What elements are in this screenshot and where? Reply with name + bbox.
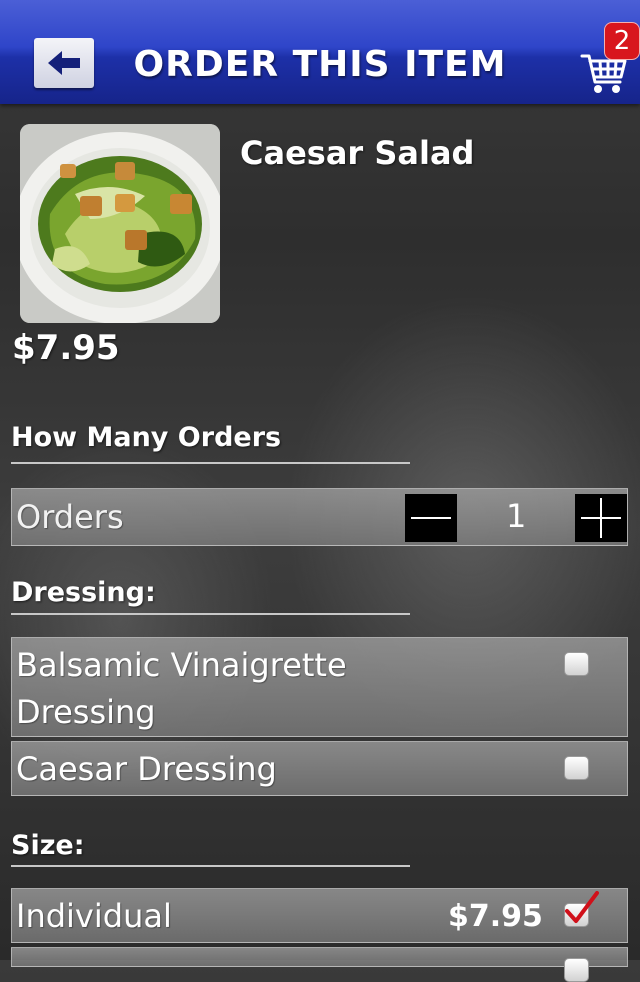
increment-button[interactable] [575, 494, 627, 542]
size-option-price: $7.95 [448, 899, 543, 934]
decrement-button[interactable] [405, 494, 457, 542]
caesar-salad-photo [20, 124, 220, 323]
top-bar: ORDER THIS ITEM 2 [0, 0, 640, 104]
page-title: ORDER THIS ITEM [133, 44, 507, 85]
dressing-option-label: Balsamic Vinaigrette Dressing [16, 646, 347, 731]
quantity-value: 1 [506, 497, 527, 535]
item-photo [20, 124, 220, 323]
size-option-individual[interactable]: Individual $7.95 [11, 888, 628, 943]
size-section-heading: Size: [11, 830, 85, 861]
size-option-next[interactable] [11, 947, 628, 982]
minus-icon [411, 517, 451, 519]
dressing-checkbox-balsamic[interactable] [564, 652, 589, 676]
orders-section-divider [11, 462, 410, 464]
size-option-label: Individual [16, 897, 172, 935]
plus-icon [581, 498, 621, 538]
orders-row: Orders 1 [11, 488, 628, 546]
dressing-section-heading: Dressing: [11, 577, 156, 608]
checkmark-icon [565, 891, 599, 923]
dressing-option-label: Caesar Dressing [16, 750, 277, 788]
item-name: Caesar Salad [240, 134, 475, 172]
dressing-option-caesar[interactable]: Caesar Dressing [11, 741, 628, 796]
size-section-divider [11, 865, 410, 867]
dressing-option-balsamic[interactable]: Balsamic Vinaigrette Dressing [11, 637, 628, 737]
orders-label: Orders [16, 498, 124, 536]
dressing-section-divider [11, 613, 410, 615]
cart-count-badge: 2 [604, 22, 640, 60]
dressing-checkbox-caesar[interactable] [564, 756, 589, 780]
item-price: $7.95 [12, 328, 120, 368]
orders-section-heading: How Many Orders [11, 422, 282, 453]
size-checkbox-next[interactable] [564, 958, 589, 982]
